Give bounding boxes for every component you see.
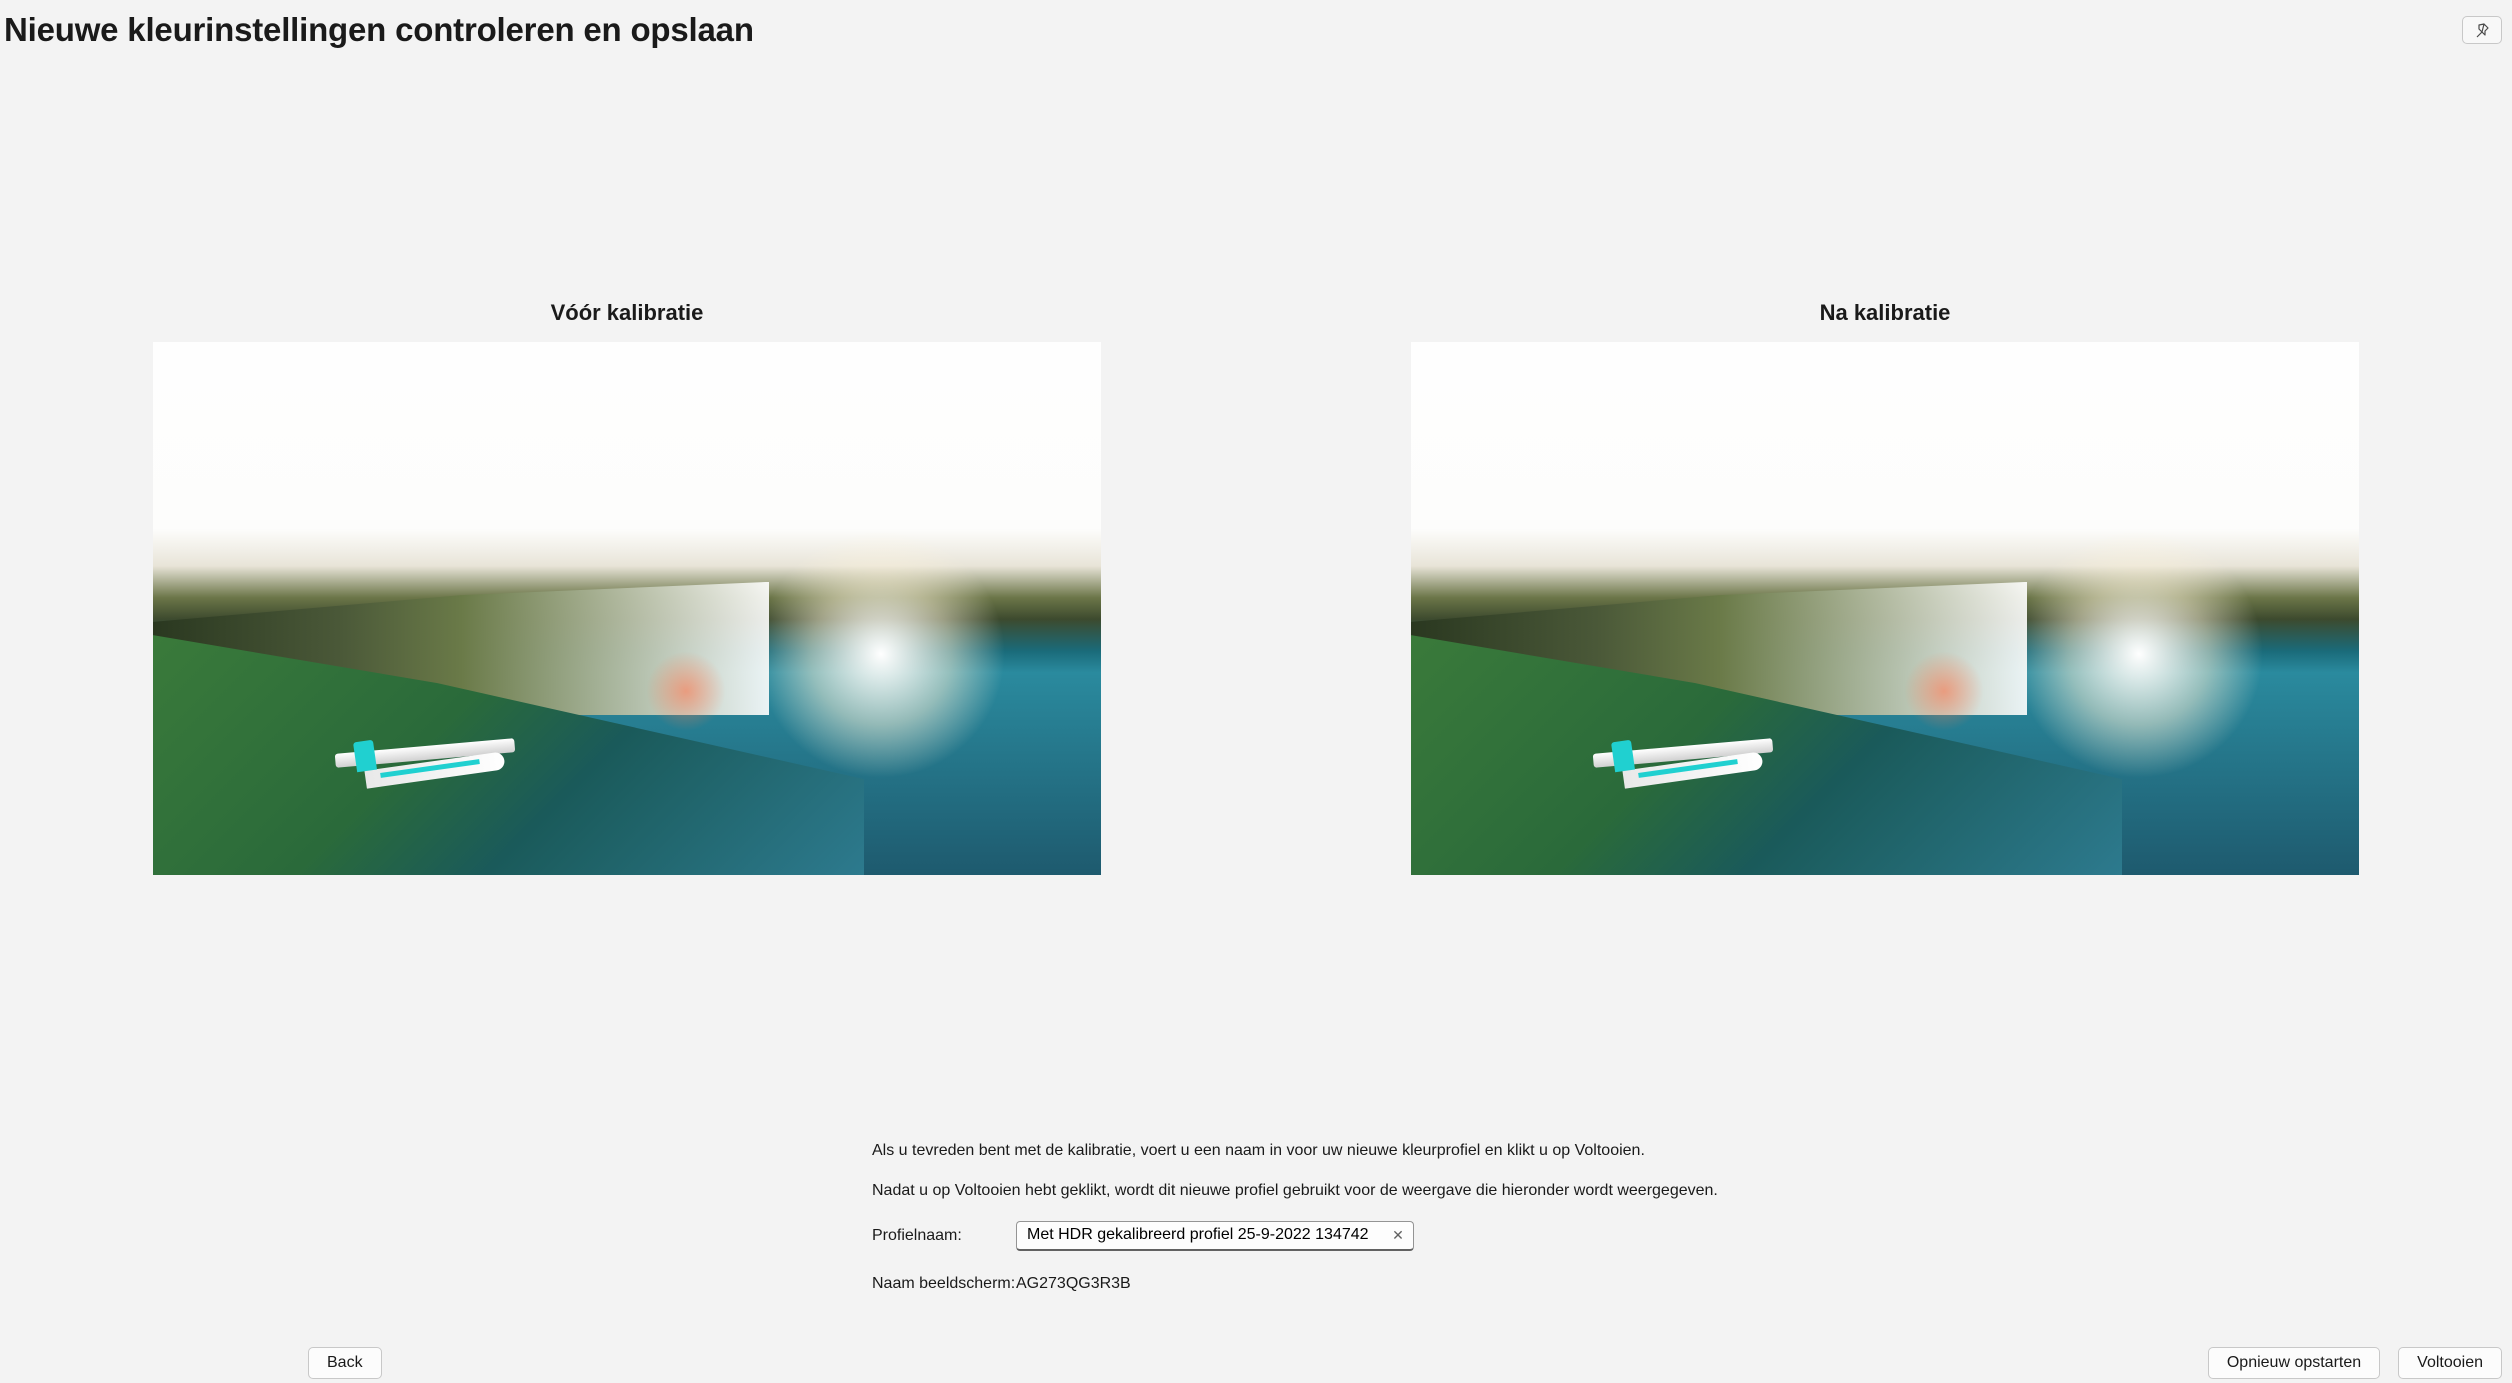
profile-name-row: Profielnaam: ✕ <box>872 1221 2512 1251</box>
profile-name-label: Profielnaam: <box>872 1227 1016 1245</box>
after-label: Na kalibratie <box>1820 300 1951 326</box>
lens-flare-effect <box>1904 651 1984 731</box>
instruction-line-1: Als u tevreden bent met de kalibratie, v… <box>872 1140 2512 1162</box>
airplane-graphic <box>305 731 525 811</box>
display-name-row: Naam beeldscherm: AG273QG3R3B <box>872 1275 2512 1293</box>
profile-name-input[interactable] <box>1016 1221 1414 1251</box>
page-title: Nieuwe kleurinstellingen controleren en … <box>4 11 754 49</box>
before-panel: Vóór kalibratie <box>153 300 1101 875</box>
form-section: Als u tevreden bent met de kalibratie, v… <box>872 1140 2512 1317</box>
page-header: Nieuwe kleurinstellingen controleren en … <box>0 0 2512 60</box>
restart-button[interactable]: Opnieuw opstarten <box>2208 1347 2380 1379</box>
back-button[interactable]: Back <box>308 1347 382 1379</box>
lens-flare-effect <box>646 651 726 731</box>
finish-button[interactable]: Voltooien <box>2398 1347 2502 1379</box>
after-panel: Na kalibratie <box>1411 300 2359 875</box>
before-label: Vóór kalibratie <box>551 300 704 326</box>
instruction-line-2: Nadat u op Voltooien hebt geklikt, wordt… <box>872 1180 2512 1202</box>
profile-name-input-wrapper: ✕ <box>1016 1221 1414 1251</box>
pin-icon <box>2474 22 2490 38</box>
clear-input-button[interactable]: ✕ <box>1386 1224 1410 1248</box>
close-icon: ✕ <box>1392 1227 1404 1244</box>
sun-glow-effect <box>2014 529 2264 779</box>
sun-glow-effect <box>756 529 1006 779</box>
after-preview-image <box>1411 342 2359 875</box>
display-name-value: AG273QG3R3B <box>1016 1275 1131 1293</box>
display-name-label: Naam beeldscherm: <box>872 1275 1016 1293</box>
airplane-graphic <box>1563 731 1783 811</box>
primary-button-group: Opnieuw opstarten Voltooien <box>2208 1347 2502 1379</box>
pin-button[interactable] <box>2462 16 2502 44</box>
before-preview-image <box>153 342 1101 875</box>
footer-buttons: Back Opnieuw opstarten Voltooien <box>0 1347 2502 1379</box>
comparison-container: Vóór kalibratie Na kalibratie <box>0 300 2512 875</box>
